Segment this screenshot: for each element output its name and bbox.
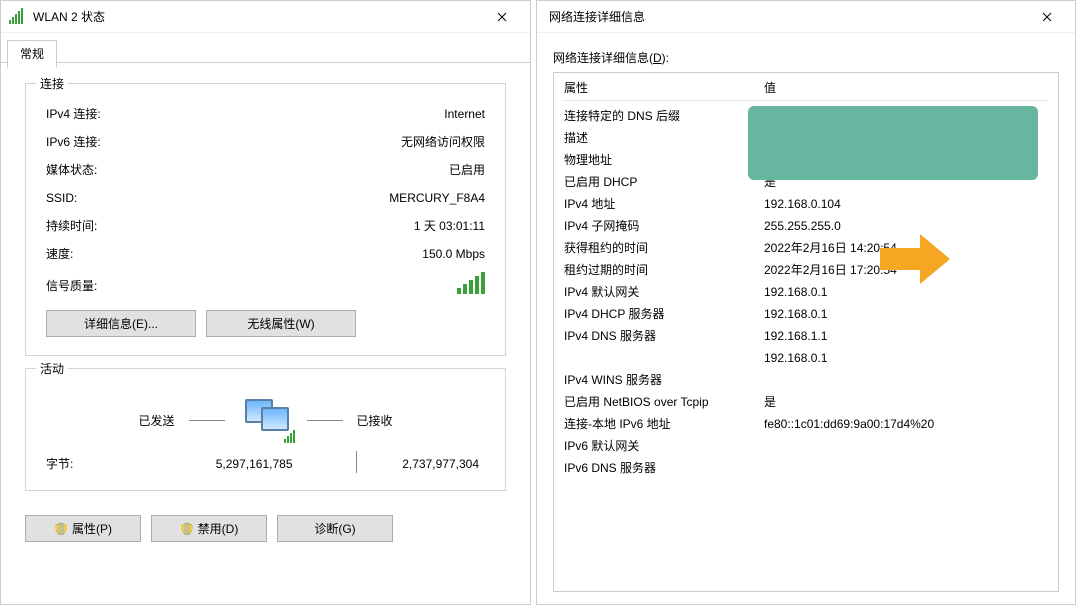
divider <box>356 451 357 473</box>
sent-label: 已发送 <box>138 412 174 429</box>
prop-value: 192.168.0.1 <box>764 281 1048 303</box>
titlebar: 网络连接详细信息 <box>537 1 1075 33</box>
prop-label: IPv4 WINS 服务器 <box>564 369 764 391</box>
subheader-text: 网络连接详细信息( <box>553 51 653 65</box>
signal-quality-label: 信号质量: <box>46 277 97 294</box>
signal-quality-icon <box>457 272 485 294</box>
prop-value <box>764 369 1048 391</box>
prop-value: 192.168.0.104 <box>764 193 1048 215</box>
prop-label: 连接特定的 DNS 后缀 <box>564 105 764 127</box>
disable-label: 禁用(D) <box>198 520 239 537</box>
prop-label: 物理地址 <box>564 149 764 171</box>
properties-label: 属性(P) <box>72 520 112 537</box>
column-property[interactable]: 属性 <box>564 79 764 96</box>
ipv6-conn-value: 无网络访问权限 <box>401 130 485 154</box>
shield-icon <box>54 522 68 536</box>
tab-general[interactable]: 常规 <box>7 40 57 68</box>
subheader-text: ): <box>662 51 669 65</box>
wifi-signal-icon <box>9 8 27 26</box>
group-title: 连接 <box>36 75 68 92</box>
prop-label: IPv6 默认网关 <box>564 435 764 457</box>
prop-value: 192.168.0.1 <box>764 347 1048 369</box>
network-details-window: 网络连接详细信息 网络连接详细信息(D): 属性 值 连接特定的 DNS 后缀 … <box>536 0 1076 605</box>
prop-label: IPv4 默认网关 <box>564 281 764 303</box>
column-value[interactable]: 值 <box>764 79 1048 96</box>
media-state-label: 媒体状态: <box>46 158 97 182</box>
tab-strip: 常规 <box>1 33 530 63</box>
ipv6-conn-label: IPv6 连接: <box>46 130 101 154</box>
dash-line <box>307 420 343 421</box>
speed-value: 150.0 Mbps <box>422 242 485 266</box>
prop-label: 描述 <box>564 127 764 149</box>
prop-label: IPv4 地址 <box>564 193 764 215</box>
prop-label: 已启用 DHCP <box>564 171 764 193</box>
prop-label: 已启用 NetBIOS over Tcpip <box>564 391 764 413</box>
prop-value <box>764 457 1048 479</box>
disable-button[interactable]: 禁用(D) <box>151 515 267 542</box>
prop-label: IPv4 子网掩码 <box>564 215 764 237</box>
prop-value: fe80::1c01:dd69:9a00:17d4%20 <box>764 413 1048 435</box>
activity-group: 活动 已发送 已接收 字节: 5,297,161,785 2,737,977,3… <box>25 368 506 491</box>
dash-line <box>189 420 225 421</box>
prop-value: 192.168.1.1 <box>764 325 1048 347</box>
bytes-label: 字节: <box>46 455 146 472</box>
bottom-buttons: 属性(P) 禁用(D) 诊断(G) <box>25 515 506 542</box>
ipv4-conn-value: Internet <box>444 102 485 126</box>
close-icon[interactable] <box>1025 3 1069 31</box>
shield-icon <box>180 522 194 536</box>
prop-label: 连接-本地 IPv6 地址 <box>564 413 764 435</box>
prop-label: IPv4 DNS 服务器 <box>564 325 764 347</box>
duration-value: 1 天 03:01:11 <box>414 214 485 238</box>
prop-label: 获得租约的时间 <box>564 237 764 259</box>
arrow-annotation-icon <box>880 234 950 284</box>
bytes-sent-value: 5,297,161,785 <box>146 457 333 471</box>
duration-label: 持续时间: <box>46 214 97 238</box>
prop-label: 租约过期的时间 <box>564 259 764 281</box>
wireless-properties-button[interactable]: 无线属性(W) <box>206 310 356 337</box>
window-title: 网络连接详细信息 <box>549 8 1025 25</box>
details-subheader: 网络连接详细信息(D): <box>553 49 1059 66</box>
tab-body: 连接 IPv4 连接: Internet IPv6 连接: 无网络访问权限 媒体状态… <box>1 63 530 554</box>
diagnose-label: 诊断(G) <box>314 520 355 537</box>
ssid-label: SSID: <box>46 186 77 210</box>
close-icon[interactable] <box>480 3 524 31</box>
group-title: 活动 <box>36 360 68 377</box>
properties-button[interactable]: 属性(P) <box>25 515 141 542</box>
details-button[interactable]: 详细信息(E)... <box>46 310 196 337</box>
network-computers-icon <box>239 399 293 441</box>
speed-label: 速度: <box>46 242 73 266</box>
diagnose-button[interactable]: 诊断(G) <box>277 515 393 542</box>
ssid-value: MERCURY_F8A4 <box>389 186 485 210</box>
window-title: WLAN 2 状态 <box>33 8 480 25</box>
prop-value: 是 <box>764 391 1048 413</box>
titlebar: WLAN 2 状态 <box>1 1 530 33</box>
prop-value <box>764 435 1048 457</box>
wlan-status-window: WLAN 2 状态 常规 连接 IPv4 连接: Internet IPv6 连接… <box>0 0 531 605</box>
connection-group: 连接 IPv4 连接:Internet IPv6 连接:无网络访问权限 媒体状态… <box>25 83 506 356</box>
prop-label <box>564 347 764 369</box>
prop-label: IPv4 DHCP 服务器 <box>564 303 764 325</box>
listview-header: 属性 值 <box>564 79 1048 101</box>
media-state-value: 已启用 <box>449 158 485 182</box>
received-label: 已接收 <box>357 412 393 429</box>
prop-label: IPv6 DNS 服务器 <box>564 457 764 479</box>
subheader-hotkey: D <box>653 51 662 65</box>
redaction-overlay <box>748 106 1038 180</box>
ipv4-conn-label: IPv4 连接: <box>46 102 101 126</box>
prop-value: 192.168.0.1 <box>764 303 1048 325</box>
